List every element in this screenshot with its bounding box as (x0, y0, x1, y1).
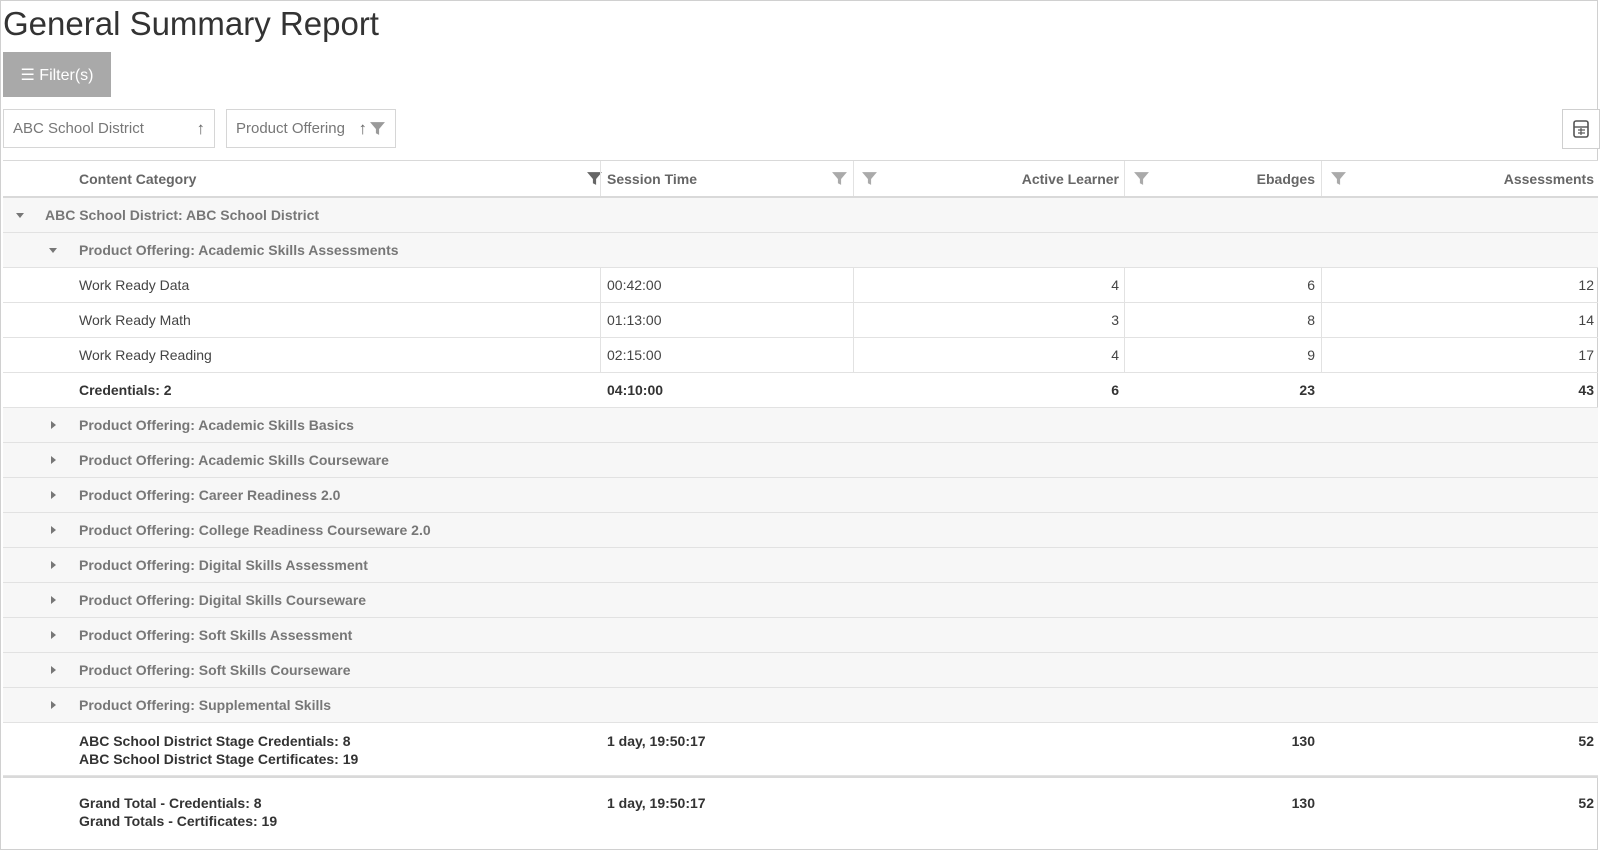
column-header-session-time[interactable]: Session Time (607, 161, 847, 196)
filter-funnel-icon[interactable] (831, 170, 848, 187)
table-row[interactable]: Work Ready Reading 02:15:00 4 9 17 (3, 338, 1598, 373)
expand-toggle-icon[interactable] (51, 443, 56, 477)
district-credentials: ABC School District Stage Credentials: 8 (79, 733, 351, 749)
grand-session-time: 1 day, 19:50:17 (607, 795, 706, 811)
group-label: Product Offering: Soft Skills Assessment (79, 627, 353, 643)
district-total-row: ABC School District Stage Credentials: 8… (3, 723, 1598, 776)
expand-toggle-icon[interactable] (51, 513, 56, 547)
summary-grid: Content Category Session Time Active Lea… (3, 160, 1598, 842)
group-row-offering: Product Offering: Academic Skills Course… (3, 443, 1598, 478)
cell-active-learner: 4 (1111, 347, 1119, 363)
district-assessments: 52 (1578, 733, 1594, 749)
group-row-offering: Product Offering: College Readiness Cour… (3, 513, 1598, 548)
district-total-label: ABC School District Stage Credentials: 8… (79, 723, 599, 775)
group-row-offering: Product Offering: Digital Skills Assessm… (3, 548, 1598, 583)
column-header-ebadges[interactable]: Ebadges (1128, 161, 1315, 196)
cell-active-learner: 3 (1111, 312, 1119, 328)
grid-header-row: Content Category Session Time Active Lea… (3, 161, 1598, 198)
collapse-toggle-icon[interactable] (49, 233, 57, 267)
group-row-offering: Product Offering: Soft Skills Courseware (3, 653, 1598, 688)
grand-credentials: Grand Total - Credentials: 8 (79, 795, 262, 811)
group-chip-label: Product Offering (236, 120, 345, 137)
expand-toggle-icon[interactable] (51, 408, 56, 442)
summary-ebadges: 23 (1299, 382, 1315, 398)
column-header-active-learner[interactable]: Active Learner (855, 161, 1119, 196)
group-chip-label: ABC School District (13, 120, 144, 137)
expand-toggle-icon[interactable] (51, 478, 56, 512)
grand-ebadges: 130 (1291, 795, 1315, 811)
grand-total-row: Grand Total - Credentials: 8 Grand Total… (3, 776, 1598, 842)
district-ebadges: 130 (1291, 733, 1315, 749)
district-certificates: ABC School District Stage Certificates: … (79, 751, 359, 767)
group-row-offering: Product Offering: Soft Skills Assessment (3, 618, 1598, 653)
grand-assessments: 52 (1578, 795, 1594, 811)
cell-session-time: 02:15:00 (607, 347, 662, 363)
spreadsheet-icon (1573, 120, 1589, 138)
group-label: Product Offering: Digital Skills Assessm… (79, 557, 368, 573)
group-label: Product Offering: Digital Skills Coursew… (79, 592, 367, 608)
group-label: Product Offering: Academic Skills Course… (79, 452, 389, 468)
group-row-offering: Product Offering: Academic Skills Assess… (3, 233, 1598, 268)
district-session-time: 1 day, 19:50:17 (607, 733, 706, 749)
cell-assessments: 17 (1578, 347, 1594, 363)
group-row-offering: Product Offering: Career Readiness 2.0 (3, 478, 1598, 513)
summary-assessments: 43 (1578, 382, 1594, 398)
cell-ebadges: 8 (1307, 312, 1315, 328)
cell-assessments: 14 (1578, 312, 1594, 328)
group-label: Product Offering: Academic Skills Assess… (79, 242, 399, 258)
cell-session-time: 00:42:00 (607, 277, 662, 293)
expand-toggle-icon[interactable] (51, 688, 56, 722)
expand-toggle-icon[interactable] (51, 618, 56, 652)
summary-credentials: Credentials: 2 (79, 382, 172, 398)
group-summary-row: Credentials: 2 04:10:00 6 23 43 (3, 373, 1598, 408)
group-label: Product Offering: Supplemental Skills (79, 697, 332, 713)
group-row-offering: Product Offering: Supplemental Skills (3, 688, 1598, 723)
grand-total-label: Grand Total - Credentials: 8 Grand Total… (79, 778, 599, 842)
expand-toggle-icon[interactable] (51, 653, 56, 687)
cell-assessments: 12 (1578, 277, 1594, 293)
cell-ebadges: 9 (1307, 347, 1315, 363)
grand-certificates: Grand Totals - Certificates: 19 (79, 813, 278, 829)
collapse-toggle-icon[interactable] (16, 198, 24, 232)
group-row-offering: Product Offering: Digital Skills Coursew… (3, 583, 1598, 618)
group-chip-product-offering[interactable]: Product Offering ↑ (226, 109, 396, 148)
summary-active-learner: 6 (1111, 382, 1119, 398)
group-label: Product Offering: Soft Skills Courseware (79, 662, 351, 678)
filter-funnel-icon[interactable] (369, 120, 386, 137)
cell-category: Work Ready Reading (79, 347, 212, 363)
group-chip-district[interactable]: ABC School District ↑ (3, 109, 215, 148)
sort-arrow-icon[interactable]: ↑ (197, 120, 206, 137)
group-row-district: ABC School District: ABC School District (3, 198, 1598, 233)
group-row-offering: Product Offering: Academic Skills Basics (3, 408, 1598, 443)
group-label: Product Offering: Career Readiness 2.0 (79, 487, 341, 503)
sort-arrow-icon[interactable]: ↑ (359, 120, 368, 137)
summary-session-time: 04:10:00 (607, 382, 664, 398)
column-header-content-category[interactable]: Content Category (79, 161, 599, 196)
page-title: General Summary Report (3, 5, 379, 42)
table-row[interactable]: Work Ready Data 00:42:00 4 6 12 (3, 268, 1598, 303)
expand-toggle-icon[interactable] (51, 583, 56, 617)
cell-session-time: 01:13:00 (607, 312, 662, 328)
group-label: Product Offering: Academic Skills Basics (79, 417, 354, 433)
column-header-assessments[interactable]: Assessments (1325, 161, 1594, 196)
group-label: ABC School District: ABC School District (45, 207, 320, 223)
table-row[interactable]: Work Ready Math 01:13:00 3 8 14 (3, 303, 1598, 338)
export-excel-button[interactable] (1562, 109, 1600, 149)
cell-category: Work Ready Data (79, 277, 190, 293)
filter-button[interactable]: ☰ Filter(s) (3, 52, 111, 97)
cell-category: Work Ready Math (79, 312, 191, 328)
group-label: Product Offering: College Readiness Cour… (79, 522, 431, 538)
cell-ebadges: 6 (1307, 277, 1315, 293)
expand-toggle-icon[interactable] (51, 548, 56, 582)
cell-active-learner: 4 (1111, 277, 1119, 293)
